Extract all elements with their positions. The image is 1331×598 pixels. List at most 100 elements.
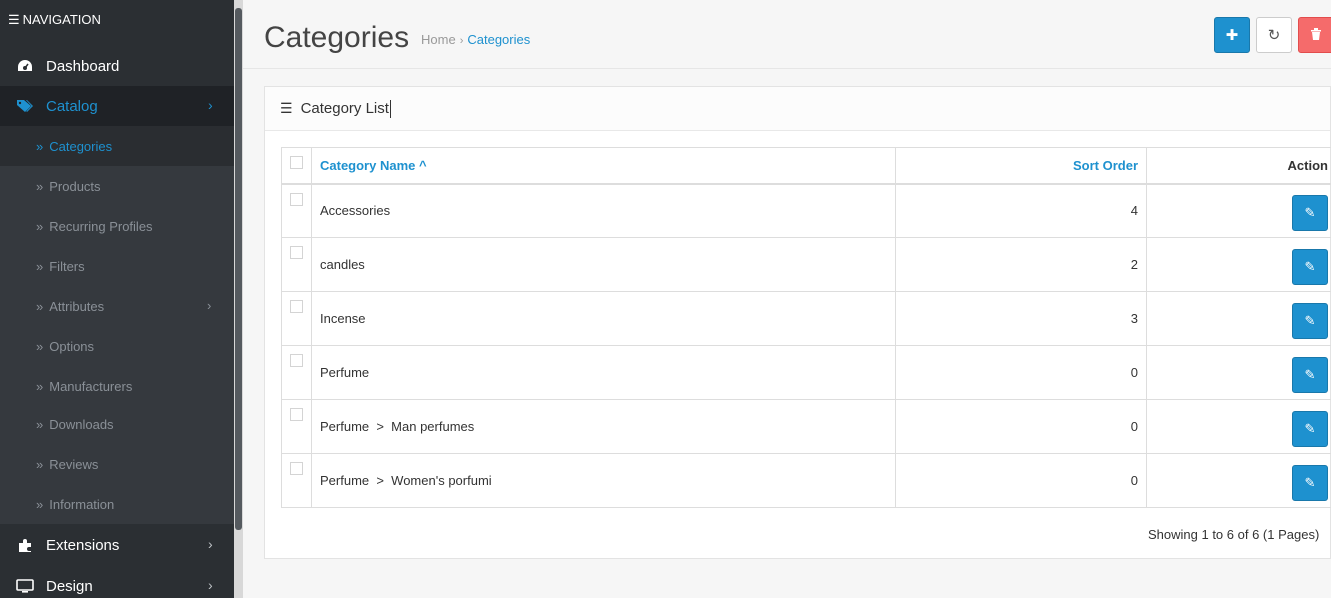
pencil-icon: ✎ — [1304, 366, 1316, 382]
sidebar-subitem-recurring-profiles[interactable]: » Recurring Profiles — [0, 206, 234, 246]
sort-order-cell: 0 — [895, 399, 1147, 454]
table-row: Incense 3 ✎ — [281, 291, 1331, 346]
plus-icon: ✚ — [1225, 27, 1239, 44]
row-select-cell — [281, 345, 312, 400]
edit-button[interactable]: ✎ — [1292, 464, 1328, 501]
row-select-cell — [281, 291, 312, 346]
sidebar-subitem-manufacturers[interactable]: » Manufacturers — [0, 366, 234, 406]
sort-order-cell: 0 — [895, 453, 1147, 508]
category-name-cell: Incense — [311, 291, 896, 346]
category-name-cell: candles — [311, 237, 896, 292]
rebuild-button[interactable]: ↻ — [1256, 17, 1292, 53]
pencil-icon: ✎ — [1304, 258, 1316, 274]
sidebar-subitem-label: Recurring Profiles — [49, 218, 153, 234]
double-chevron-icon: » — [36, 298, 44, 314]
chevron-right-icon: › — [208, 577, 213, 593]
table-header-row: Category Name ^ Sort Order Action — [281, 147, 1331, 185]
column-header-category-name[interactable]: Category Name ^ — [311, 147, 896, 185]
double-chevron-icon: » — [36, 178, 44, 194]
row-checkbox[interactable] — [290, 192, 303, 206]
edit-button[interactable]: ✎ — [1292, 194, 1328, 231]
row-checkbox[interactable] — [290, 408, 303, 421]
sidebar-subitem-downloads[interactable]: » Downloads — [0, 404, 234, 444]
sidebar-subitem-categories[interactable]: » Categories — [0, 126, 234, 166]
row-checkbox[interactable] — [290, 462, 303, 475]
navigation-heading[interactable]: ☰ NAVIGATION — [0, 0, 243, 44]
table-row: Perfume > Man perfumes 0 ✎ — [281, 399, 1331, 454]
column-header-sort-order[interactable]: Sort Order — [895, 147, 1147, 185]
row-checkbox[interactable] — [290, 354, 303, 367]
sidebar-item-label: Dashboard — [46, 57, 120, 75]
sort-order-cell: 3 — [895, 291, 1147, 346]
panel-heading: ☰ Category List — [265, 87, 1330, 131]
sidebar-subitem-label: Filters — [49, 258, 85, 274]
table-row: Accessories 4 ✎ — [281, 183, 1331, 238]
sidebar: ☰ NAVIGATION Dashboard Catalog › » Catego… — [0, 0, 243, 598]
row-checkbox[interactable] — [290, 246, 303, 259]
sidebar-subitem-label: Attributes — [49, 298, 105, 314]
category-list-panel: ☰ Category List Category Name ^ Sort Ord… — [264, 86, 1331, 559]
row-select-cell — [281, 453, 312, 508]
double-chevron-icon: » — [36, 218, 44, 234]
sidebar-subitem-products[interactable]: » Products — [0, 166, 234, 206]
row-checkbox[interactable] — [290, 300, 303, 313]
pencil-icon: ✎ — [1304, 204, 1316, 220]
double-chevron-icon: » — [36, 416, 44, 432]
sidebar-subitem-label: Information — [49, 496, 115, 512]
table-row: Perfume 0 ✎ — [281, 345, 1331, 400]
double-chevron-icon: » — [36, 496, 44, 512]
menu-icon: ☰ — [8, 12, 20, 27]
sidebar-subitem-filters[interactable]: » Filters — [0, 246, 234, 286]
list-icon: ☰ — [280, 100, 293, 116]
sidebar-subitem-reviews[interactable]: » Reviews — [0, 444, 234, 484]
edit-button[interactable]: ✎ — [1292, 410, 1328, 447]
pencil-icon: ✎ — [1304, 474, 1316, 490]
breadcrumb-home-link[interactable]: Home — [421, 32, 456, 47]
chevron-right-icon: › — [207, 298, 212, 313]
sidebar-subitem-label: Products — [49, 178, 101, 194]
double-chevron-icon: » — [36, 378, 44, 394]
row-select-cell — [281, 237, 312, 292]
add-new-button[interactable]: ✚ — [1214, 17, 1250, 53]
sidebar-subitem-label: Downloads — [49, 416, 114, 432]
breadcrumb: Home › Categories — [421, 32, 530, 47]
table-row: candles 2 ✎ — [281, 237, 1331, 292]
monitor-icon — [14, 578, 36, 594]
row-select-cell — [281, 183, 312, 238]
breadcrumb-separator: › — [459, 35, 464, 47]
category-name-cell: Perfume — [311, 345, 896, 400]
panel-title: Category List — [300, 100, 389, 117]
sidebar-item-extensions[interactable]: Extensions › — [0, 525, 234, 565]
edit-button[interactable]: ✎ — [1292, 302, 1328, 339]
action-cell: ✎ — [1146, 291, 1331, 346]
page-header: Categories Home › Categories ✚ ↻ — [243, 9, 1331, 69]
category-name-cell: Accessories — [311, 183, 896, 238]
pagination-summary: Showing 1 to 6 of 6 (1 Pages) — [1148, 527, 1320, 542]
sidebar-item-catalog[interactable]: Catalog › — [0, 86, 234, 126]
action-cell: ✎ — [1146, 183, 1331, 238]
sidebar-item-dashboard[interactable]: Dashboard — [0, 46, 234, 86]
page-title: Categories — [264, 21, 410, 54]
sidebar-subitem-label: Reviews — [49, 456, 99, 472]
puzzle-icon — [14, 537, 36, 553]
edit-button[interactable]: ✎ — [1292, 248, 1328, 285]
tags-icon — [14, 99, 36, 113]
breadcrumb-current-link[interactable]: Categories — [467, 32, 530, 47]
select-all-cell — [281, 147, 312, 185]
select-all-checkbox[interactable] — [290, 156, 303, 169]
action-cell: ✎ — [1146, 237, 1331, 292]
edit-button[interactable]: ✎ — [1292, 356, 1328, 393]
sidebar-item-label: Catalog — [46, 97, 98, 115]
sidebar-item-label: Design — [46, 577, 93, 595]
sidebar-scrollbar-thumb[interactable] — [235, 8, 242, 530]
row-select-cell — [281, 399, 312, 454]
sidebar-subitem-options[interactable]: » Options — [0, 326, 234, 366]
sidebar-subitem-information[interactable]: » Information — [0, 484, 234, 524]
pencil-icon: ✎ — [1304, 312, 1316, 328]
delete-button[interactable] — [1298, 17, 1331, 53]
sidebar-item-label: Extensions — [46, 536, 120, 554]
sidebar-item-design[interactable]: Design › — [0, 566, 234, 598]
sidebar-subitem-label: Manufacturers — [49, 378, 133, 394]
sidebar-subitem-attributes[interactable]: » Attributes › — [0, 286, 234, 326]
double-chevron-icon: » — [36, 258, 44, 274]
